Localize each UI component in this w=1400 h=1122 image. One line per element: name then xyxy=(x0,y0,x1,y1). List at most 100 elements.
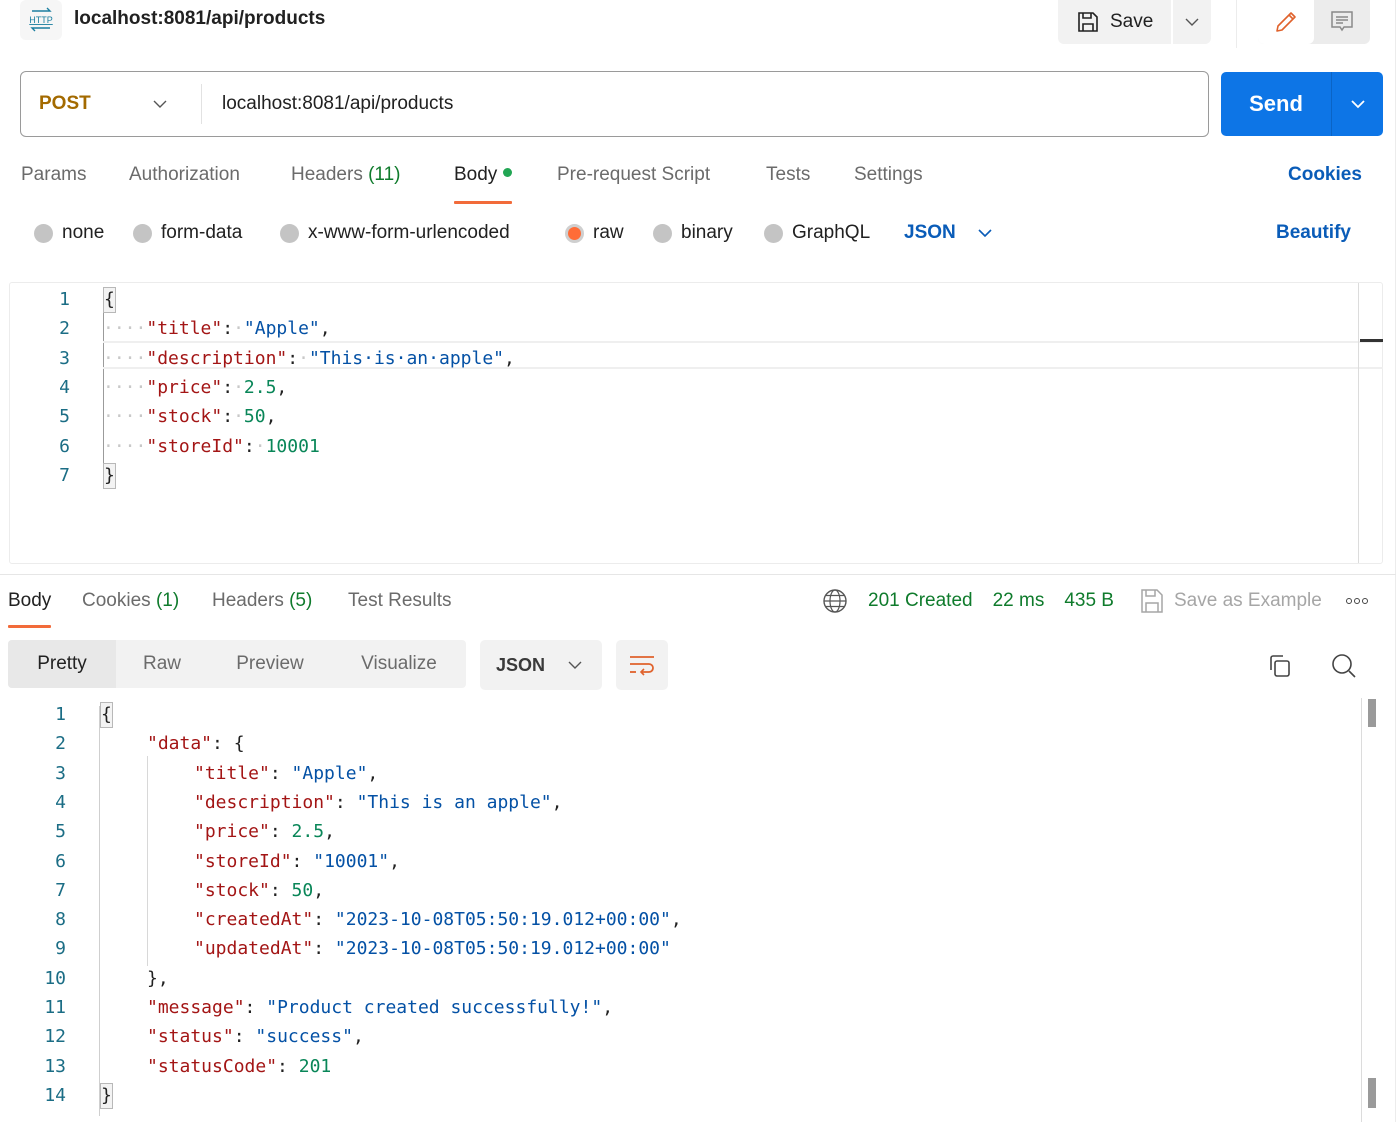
comma: , xyxy=(276,376,288,398)
tab-count: (11) xyxy=(368,164,401,185)
radio-label: binary xyxy=(681,222,733,243)
colon: : xyxy=(269,821,292,843)
pane-divider[interactable] xyxy=(0,574,1396,575)
tab-authorization[interactable]: Authorization xyxy=(129,164,240,202)
save-as-example-button[interactable]: Save as Example xyxy=(1140,588,1322,614)
line-number: 7 xyxy=(59,464,70,486)
code-text: "data": { xyxy=(147,729,245,758)
send-button-group: Send xyxy=(1221,72,1383,136)
radio-binary[interactable]: binary xyxy=(653,222,733,244)
comma: , xyxy=(265,406,277,428)
json-value: "10001" xyxy=(313,850,390,872)
code-text: "updatedAt": "2023-10-08T05:50:19.012+00… xyxy=(194,934,671,963)
url-input[interactable] xyxy=(202,72,1208,136)
cookies-link[interactable]: Cookies xyxy=(1288,164,1362,186)
method-select[interactable]: POST xyxy=(21,72,201,136)
response-size[interactable]: 435 B xyxy=(1064,590,1114,612)
code-line: 13 "statusCode": 201 xyxy=(0,1052,1396,1081)
json-key: "stock" xyxy=(194,879,270,901)
line-number: 5 xyxy=(55,821,66,843)
response-language-select[interactable]: JSON xyxy=(480,640,602,690)
line-number: 8 xyxy=(55,909,66,931)
save-button-group: Save xyxy=(1058,0,1212,44)
chevron-down-icon xyxy=(1185,18,1199,26)
indent-whitespace: ···· xyxy=(103,376,147,398)
colon: : xyxy=(287,347,299,369)
active-tab-indicator xyxy=(454,201,513,204)
search-button[interactable] xyxy=(1326,648,1362,684)
radio-circle xyxy=(764,223,783,243)
view-pretty[interactable]: Pretty xyxy=(8,640,116,688)
edit-mode-button[interactable] xyxy=(1258,0,1314,44)
view-visualize[interactable]: Visualize xyxy=(332,640,466,688)
more-horizontal-icon[interactable] xyxy=(1345,598,1368,604)
line-number: 5 xyxy=(59,406,70,428)
response-time[interactable]: 22 ms xyxy=(993,590,1045,612)
save-button[interactable]: Save xyxy=(1058,0,1171,44)
svg-text:HTTP: HTTP xyxy=(29,15,53,25)
response-meta: 201 Created 22 ms 435 B Save as Example xyxy=(822,586,1368,616)
radio-graphql[interactable]: GraphQL xyxy=(764,222,870,244)
tab-pre-request-script[interactable]: Pre-request Script xyxy=(557,164,710,202)
chevron-down-icon xyxy=(568,661,582,669)
code-text: "storeId": "10001", xyxy=(194,847,400,876)
tab-response-body[interactable]: Body xyxy=(8,590,52,628)
code-line: 9 "updatedAt": "2023-10-08T05:50:19.012+0… xyxy=(0,934,1396,963)
comments-button[interactable] xyxy=(1314,0,1370,44)
send-button[interactable]: Send xyxy=(1221,72,1331,136)
code-line: 6 "storeId": "10001", xyxy=(0,847,1396,876)
line-number: 3 xyxy=(55,762,66,784)
request-title[interactable]: localhost:8081/api/products xyxy=(74,8,325,30)
response-status[interactable]: 201 Created xyxy=(868,590,973,612)
json-key: "storeId" xyxy=(194,850,292,872)
send-options-button[interactable] xyxy=(1331,72,1383,136)
side-mode-toggle xyxy=(1258,0,1370,44)
radio-x-www-form-urlencoded[interactable]: x-www-form-urlencoded xyxy=(280,222,510,244)
colon: : xyxy=(277,1055,299,1077)
view-raw[interactable]: Raw xyxy=(116,640,208,688)
wrap-lines-button[interactable] xyxy=(616,640,668,690)
tab-label: Headers xyxy=(212,590,284,611)
tab-headers[interactable]: Headers (11) xyxy=(291,164,401,202)
code-line: 14} xyxy=(0,1081,1396,1110)
radio-form-data[interactable]: form-data xyxy=(133,222,242,244)
beautify-button[interactable]: Beautify xyxy=(1276,222,1351,244)
tab-settings[interactable]: Settings xyxy=(854,164,923,202)
radio-none[interactable]: none xyxy=(34,222,104,244)
body-language-select[interactable]: JSON xyxy=(904,222,992,244)
comma: , xyxy=(352,1026,364,1048)
line-number: 4 xyxy=(55,791,66,813)
code-text: ····"title":·"Apple", xyxy=(103,314,331,343)
tab-body[interactable]: Body xyxy=(454,164,513,204)
tab-response-headers[interactable]: Headers (5) xyxy=(212,590,312,628)
tab-params[interactable]: Params xyxy=(21,164,86,202)
http-icon: HTTP xyxy=(20,0,62,40)
copy-button[interactable] xyxy=(1262,648,1298,684)
radio-raw[interactable]: raw xyxy=(565,222,624,244)
code-line: 2 ····"title":·"Apple", xyxy=(10,314,1382,343)
colon: : xyxy=(334,791,357,813)
response-body-viewer[interactable]: 1{2 "data": {3 "title": "Apple", 4 "descript… xyxy=(0,698,1396,1122)
code-line: 6 ····"storeId":·10001 xyxy=(10,432,1382,461)
comma: , xyxy=(602,997,614,1018)
line-number: 9 xyxy=(55,938,66,960)
save-options-button[interactable] xyxy=(1171,0,1211,44)
tab-tests[interactable]: Tests xyxy=(766,164,810,202)
tab-response-cookies[interactable]: Cookies (1) xyxy=(82,590,179,628)
code-line: 1{ xyxy=(0,700,1396,729)
radio-label: form-data xyxy=(161,222,243,243)
code-text: "status": "success", xyxy=(147,1022,364,1051)
indent-whitespace: ···· xyxy=(103,318,147,340)
radio-circle xyxy=(653,223,672,243)
code-line: 8 "createdAt": "2023-10-08T05:50:19.012+0… xyxy=(0,905,1396,934)
code-line: 12 "status": "success", xyxy=(0,1022,1396,1051)
tab-test-results[interactable]: Test Results xyxy=(348,590,451,628)
brace: }, xyxy=(147,967,169,989)
request-body-editor[interactable]: 1{2 ····"title":·"Apple", 3 ····"descriptio… xyxy=(9,282,1383,564)
tab-label: Headers xyxy=(291,164,363,185)
json-key: "updatedAt" xyxy=(194,938,314,960)
globe-icon[interactable] xyxy=(822,588,848,614)
body-type-selector: none form-data x-www-form-urlencoded raw… xyxy=(0,220,1400,250)
tab-label: Params xyxy=(21,164,87,185)
view-preview[interactable]: Preview xyxy=(208,640,332,688)
